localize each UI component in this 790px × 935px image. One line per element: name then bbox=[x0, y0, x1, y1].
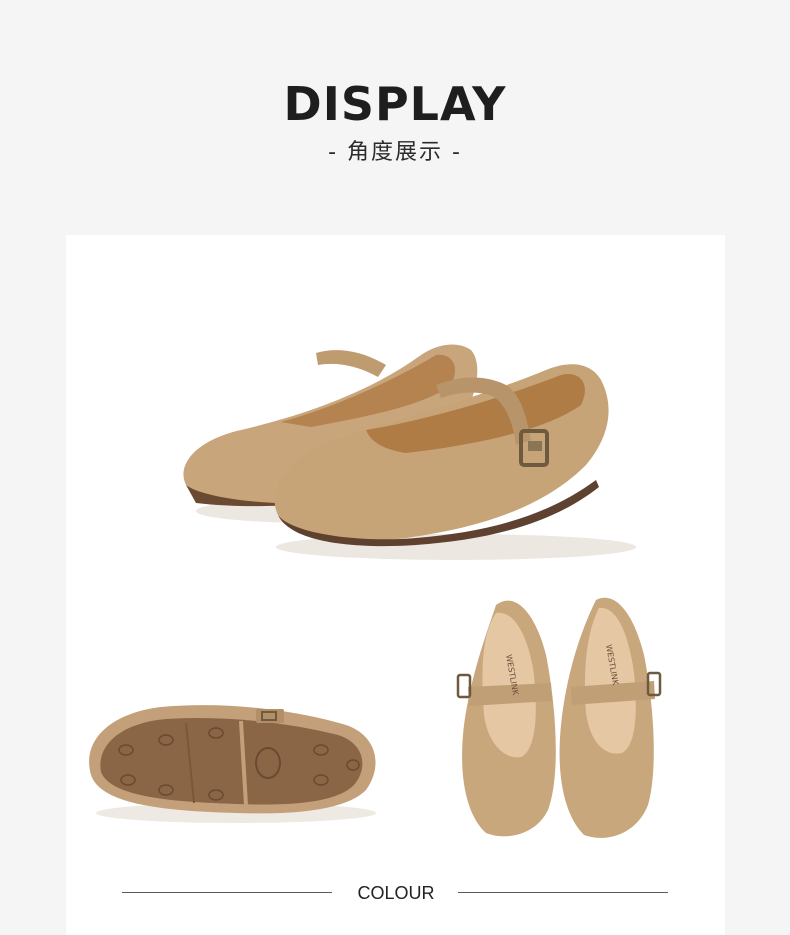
shoe-pair-top-view-image: WESTLINK WESTLINK bbox=[456, 597, 662, 838]
colour-divider-right bbox=[458, 892, 668, 893]
colour-divider-left bbox=[122, 892, 332, 893]
page-title: DISPLAY bbox=[283, 77, 507, 131]
page-subtitle: - 角度展示 - bbox=[328, 140, 462, 165]
product-display-panel: WESTLINK WESTLINK COLOUR bbox=[66, 235, 725, 935]
colour-section-label: COLOUR bbox=[357, 883, 435, 903]
